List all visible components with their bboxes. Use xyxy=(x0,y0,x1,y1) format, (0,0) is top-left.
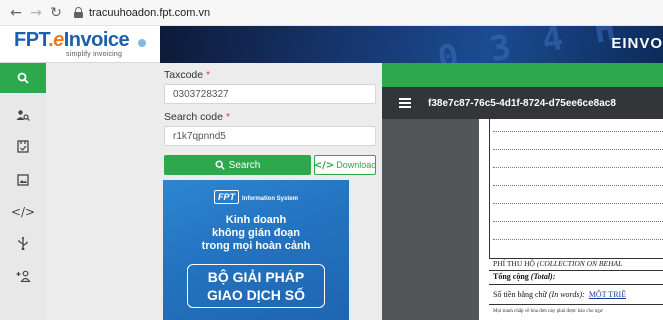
promo-brand-sub: Information System xyxy=(241,196,298,202)
sidebar-item-code[interactable]: </> xyxy=(0,197,46,227)
image-icon xyxy=(17,174,29,186)
code-icon: </> xyxy=(10,205,36,219)
searchcode-input[interactable]: r1k7qpnnd5 xyxy=(164,126,376,146)
table-row xyxy=(493,239,663,240)
viewer-header-bar xyxy=(382,63,663,87)
promo-box-line-1: BỘ GIẢI PHÁP xyxy=(207,269,305,285)
search-button-label: Search xyxy=(228,159,261,171)
download-button[interactable]: </> Download xyxy=(314,155,376,175)
promo-line-2: không gián đoạn xyxy=(212,227,300,239)
divider xyxy=(489,284,663,285)
address-bar[interactable]: tracuuhoadon.fpt.com.vn xyxy=(89,7,210,19)
table-row xyxy=(493,167,663,168)
sidebar-rail: </> xyxy=(0,63,46,320)
search-panel: Taxcode * 0303728327 Search code * r1k7q… xyxy=(46,63,382,320)
promo-brand: FPT xyxy=(213,190,239,204)
app-root: ← → ↻ tracuuhoadon.fpt.com.vn FPT.eInvoi… xyxy=(0,0,663,320)
amount-in-words-row: Số tiền bằng chữ (In words): MỘT TRIỆ xyxy=(493,290,627,299)
code-icon: </> xyxy=(313,159,335,171)
banner-title: EINVO xyxy=(611,35,663,52)
sidebar-item-search[interactable] xyxy=(0,63,46,93)
divider xyxy=(489,304,663,305)
logo-fpt-text: FPT xyxy=(14,29,49,51)
document-check-icon xyxy=(17,139,29,153)
fpt-einvoice-logo[interactable]: FPT.eInvoice simplify invoicing xyxy=(14,29,159,61)
add-user-icon xyxy=(16,270,31,282)
table-row xyxy=(493,203,663,204)
sidebar-item-user-search[interactable] xyxy=(0,100,46,130)
sidebar-item-usb[interactable] xyxy=(0,228,46,258)
searchcode-required-mark: * xyxy=(225,111,230,123)
site-header: FPT.eInvoice simplify invoicing 0 3 4 H … xyxy=(0,26,663,63)
document-id: f38e7c87-76c5-4d1f-8724-d75ee6ce8ac8 xyxy=(428,97,616,109)
taxcode-required-mark: * xyxy=(206,69,211,81)
amount-in-words-value: MỘT TRIỆ xyxy=(588,290,627,299)
taxcode-label: Taxcode * xyxy=(164,69,211,81)
promo-banner[interactable]: FPT Information System Kinh doanh không g… xyxy=(163,180,349,320)
sidebar-item-add-user[interactable] xyxy=(0,261,46,291)
table-row xyxy=(493,221,663,222)
promo-line-3: trong mọi hoàn cảnh xyxy=(201,240,311,252)
invoice-page: PHÍ THU HỘ (COLLECTION ON BEHAL Tổng cộn… xyxy=(479,119,663,320)
table-row xyxy=(493,131,663,132)
divider xyxy=(489,270,663,271)
header-banner: 0 3 4 H F EINVO xyxy=(160,26,663,63)
promo-box-line-2: GIAO DỊCH SỐ xyxy=(206,287,305,303)
dispute-note: Mọi tranh chấp về hóa đơn này phải được … xyxy=(493,309,603,314)
total-row: Tổng cộng (Total): xyxy=(493,272,556,281)
user-search-icon xyxy=(16,110,30,121)
logo-e-text: e xyxy=(53,29,64,51)
logo-invoice-text: Invoice xyxy=(63,29,130,51)
table-row xyxy=(493,149,663,150)
invoice-item-table xyxy=(489,119,663,259)
promo-logo: FPT Information System xyxy=(163,190,349,204)
browser-toolbar: ← → ↻ tracuuhoadon.fpt.com.vn xyxy=(0,0,663,26)
search-button[interactable]: Search xyxy=(164,155,311,175)
searchcode-label: Search code * xyxy=(164,111,230,123)
reload-icon[interactable]: ↻ xyxy=(46,5,66,21)
logo-tagline: simplify invoicing xyxy=(66,51,123,58)
table-row xyxy=(493,185,663,186)
search-icon xyxy=(215,160,225,170)
usb-icon xyxy=(18,236,28,250)
arrow-left-icon[interactable]: ← xyxy=(6,5,26,21)
sidebar-item-document-check[interactable] xyxy=(0,131,46,161)
logo-dot-icon xyxy=(138,39,146,47)
hamburger-icon[interactable] xyxy=(399,98,411,108)
search-icon xyxy=(17,72,29,84)
pdf-toolbar: f38e7c87-76c5-4d1f-8724-d75ee6ce8ac8 xyxy=(382,87,663,119)
download-button-label: Download xyxy=(336,160,377,170)
arrow-right-icon[interactable]: → xyxy=(26,5,46,21)
fee-row: PHÍ THU HỘ (COLLECTION ON BEHAL xyxy=(493,259,623,268)
lock-icon[interactable] xyxy=(74,7,83,18)
pdf-canvas[interactable]: PHÍ THU HỘ (COLLECTION ON BEHAL Tổng cộn… xyxy=(382,119,663,320)
promo-line-1: Kinh doanh xyxy=(225,214,287,226)
sidebar-item-image[interactable] xyxy=(0,165,46,195)
invoice-viewer: f38e7c87-76c5-4d1f-8724-d75ee6ce8ac8 PHÍ… xyxy=(382,63,663,320)
taxcode-input[interactable]: 0303728327 xyxy=(164,84,376,104)
